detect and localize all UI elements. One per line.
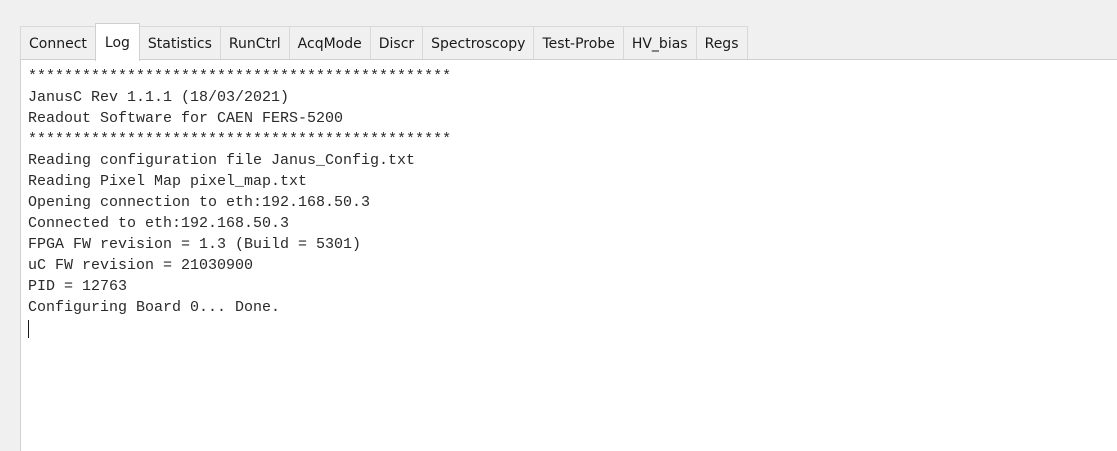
tab-statistics[interactable]: Statistics — [138, 26, 221, 60]
tab-discr[interactable]: Discr — [369, 26, 424, 60]
tab-log[interactable]: Log — [94, 23, 140, 61]
log-line: uC FW revision = 21030900 — [28, 257, 254, 274]
tab-bar: Connect Log Statistics RunCtrl AcqMode D… — [20, 22, 748, 61]
tab-runctrl[interactable]: RunCtrl — [219, 26, 290, 60]
tab-regs[interactable]: Regs — [695, 26, 748, 60]
log-line: ****************************************… — [28, 131, 452, 148]
tab-acqmode[interactable]: AcqMode — [288, 26, 371, 60]
log-line: Configuring Board 0... Done. — [28, 299, 281, 316]
log-line: Readout Software for CAEN FERS-5200 — [28, 110, 344, 127]
log-line: FPGA FW revision = 1.3 (Build = 5301) — [28, 236, 362, 253]
tab-test-probe[interactable]: Test-Probe — [533, 26, 624, 60]
log-line: JanusC Rev 1.1.1 (18/03/2021) — [28, 89, 290, 106]
log-text-area[interactable]: ****************************************… — [20, 60, 1117, 451]
log-line: Opening connection to eth:192.168.50.3 — [28, 194, 371, 211]
tab-spectroscopy[interactable]: Spectroscopy — [422, 26, 535, 60]
app-window: Connect Log Statistics RunCtrl AcqMode D… — [0, 0, 1117, 451]
log-line: Connected to eth:192.168.50.3 — [28, 215, 290, 232]
log-cursor-line — [28, 318, 1117, 339]
log-line: PID = 12763 — [28, 278, 128, 295]
log-line: Reading Pixel Map pixel_map.txt — [28, 173, 308, 190]
text-caret — [28, 320, 29, 338]
log-line: ****************************************… — [28, 68, 452, 85]
tab-hv-bias[interactable]: HV_bias — [622, 26, 697, 60]
log-line: Reading configuration file Janus_Config.… — [28, 152, 416, 169]
tab-connect[interactable]: Connect — [20, 26, 96, 60]
